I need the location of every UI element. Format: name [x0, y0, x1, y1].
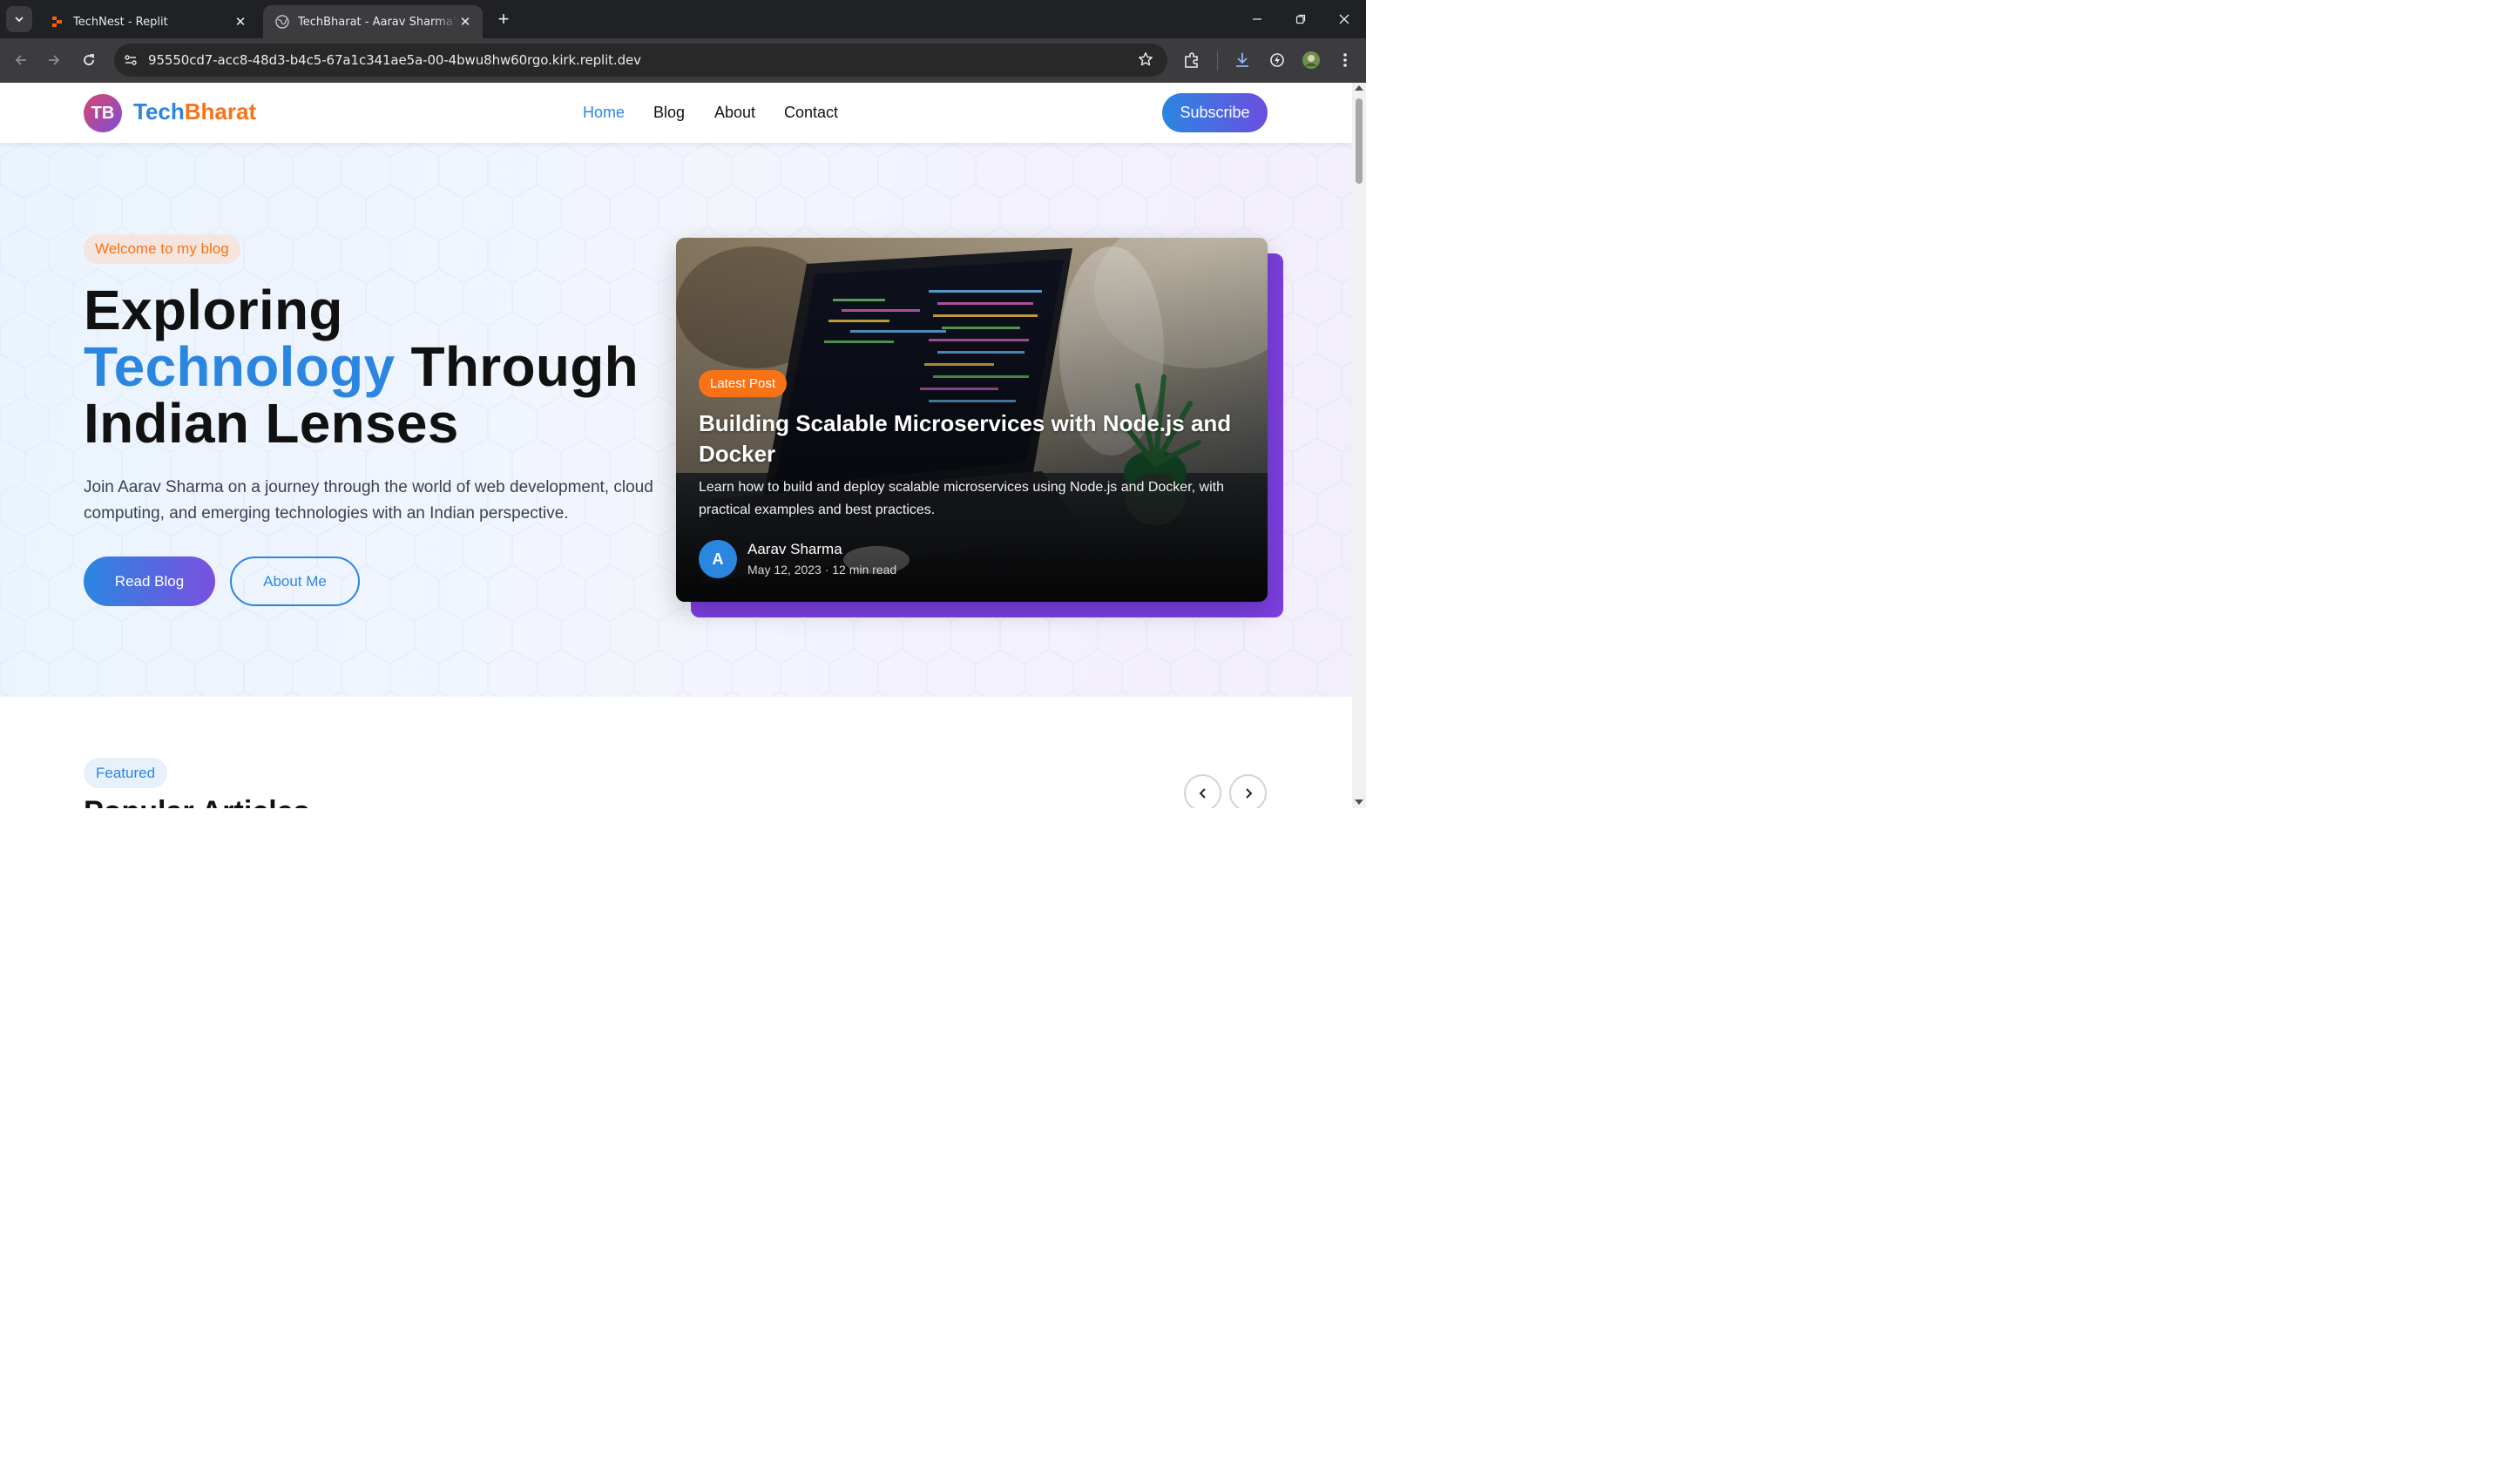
browser-toolbar: 95550cd7-acc8-48d3-b4c5-67a1c341ae5a-00-… — [0, 38, 1366, 83]
site-info-icon[interactable] — [121, 51, 140, 70]
extensions-icon[interactable] — [1181, 50, 1202, 71]
tab-techbharat[interactable]: TechBharat - Aarav Sharma's Tech Blog ✕ — [263, 5, 483, 38]
latest-post-card[interactable]: Latest Post Building Scalable Microservi… — [676, 238, 1268, 602]
subscribe-button[interactable]: Subscribe — [1162, 93, 1268, 132]
close-tab-icon[interactable]: ✕ — [233, 14, 247, 30]
about-me-button[interactable]: About Me — [230, 556, 360, 606]
close-icon — [1339, 14, 1349, 24]
back-button[interactable] — [8, 47, 34, 73]
menu-kebab-icon[interactable] — [1335, 50, 1356, 71]
arrow-right-icon — [49, 55, 60, 65]
site-logo-text[interactable]: TechBharat — [133, 98, 256, 125]
browser-tab-bar: TechNest - Replit ✕ TechBharat - Aarav S… — [0, 0, 1366, 38]
bookmark-star-icon[interactable] — [1138, 51, 1153, 71]
performance-icon[interactable] — [1267, 50, 1288, 71]
hero-title-line2-rest: Through — [395, 335, 639, 398]
profile-avatar-icon[interactable] — [1301, 50, 1322, 71]
hero-description: Join Aarav Sharma on a journey through t… — [84, 478, 653, 523]
minimize-icon — [1253, 18, 1261, 20]
brand-part-2: Bharat — [184, 98, 257, 125]
scroll-up-arrow-icon[interactable] — [1355, 85, 1363, 91]
reload-button[interactable] — [76, 47, 102, 73]
tab-title: TechNest - Replit — [73, 15, 168, 29]
carousel-prev-button[interactable] — [1184, 774, 1221, 808]
tab-search-button[interactable] — [6, 6, 32, 32]
page-scrollbar[interactable] — [1352, 83, 1366, 808]
new-tab-button[interactable]: + — [492, 8, 515, 30]
nav-blog[interactable]: Blog — [653, 104, 685, 122]
restore-icon — [1295, 14, 1306, 24]
globe-icon — [275, 15, 289, 29]
hero-title-highlight: Technology — [84, 335, 396, 398]
toolbar-divider — [1217, 51, 1218, 71]
close-tab-icon[interactable]: ✕ — [458, 14, 472, 30]
address-bar[interactable]: 95550cd7-acc8-48d3-b4c5-67a1c341ae5a-00-… — [114, 44, 1167, 77]
nav-home[interactable]: Home — [583, 104, 625, 122]
latest-post-title[interactable]: Building Scalable Microservices with Nod… — [699, 408, 1248, 469]
welcome-pill: Welcome to my blog — [84, 234, 240, 264]
chevron-left-icon — [1199, 787, 1206, 799]
forward-button[interactable] — [41, 47, 67, 73]
latest-post-excerpt: Learn how to build and deploy scalable m… — [699, 480, 1224, 517]
tab-title: TechBharat - Aarav Sharma's Tech Blog — [298, 15, 458, 29]
latest-post-badge: Latest Post — [699, 370, 788, 397]
author-name: Aarav Sharma — [747, 541, 842, 557]
carousel-next-button[interactable] — [1229, 774, 1267, 808]
tab-technest[interactable]: TechNest - Replit ✕ — [38, 5, 258, 38]
brand-part-1: Tech — [133, 98, 185, 125]
site-header: TB TechBharat Home Blog About Contact Su… — [0, 83, 1352, 143]
nav-contact[interactable]: Contact — [784, 104, 838, 122]
restore-button[interactable] — [1279, 0, 1322, 38]
section-title: Popular Articles — [84, 795, 309, 808]
hero-title-line1: Exploring — [84, 279, 343, 341]
scroll-down-arrow-icon[interactable] — [1355, 799, 1363, 805]
arrow-left-icon — [15, 55, 26, 65]
close-window-button[interactable] — [1322, 0, 1366, 38]
scrollbar-thumb[interactable] — [1356, 98, 1363, 184]
chevron-down-icon — [15, 17, 24, 23]
replit-icon — [51, 15, 64, 29]
nav-about[interactable]: About — [714, 104, 755, 122]
reload-icon — [84, 54, 94, 65]
author-avatar: A — [699, 540, 737, 578]
url-text: 95550cd7-acc8-48d3-b4c5-67a1c341ae5a-00-… — [148, 52, 641, 68]
hero-title: Exploring Technology Through Indian Lens… — [84, 282, 639, 452]
page-viewport: TB TechBharat Home Blog About Contact Su… — [0, 83, 1352, 808]
post-meta: May 12, 2023 · 12 min read — [747, 563, 897, 577]
logo-badge[interactable]: TB — [84, 94, 122, 132]
download-icon[interactable] — [1232, 50, 1253, 71]
read-blog-button[interactable]: Read Blog — [84, 556, 215, 606]
chevron-right-icon — [1245, 787, 1252, 799]
featured-pill: Featured — [84, 758, 168, 788]
minimize-button[interactable] — [1235, 0, 1279, 38]
hero-section: Welcome to my blog Exploring Technology … — [0, 143, 1352, 697]
hero-title-line3: Indian Lenses — [84, 392, 459, 455]
